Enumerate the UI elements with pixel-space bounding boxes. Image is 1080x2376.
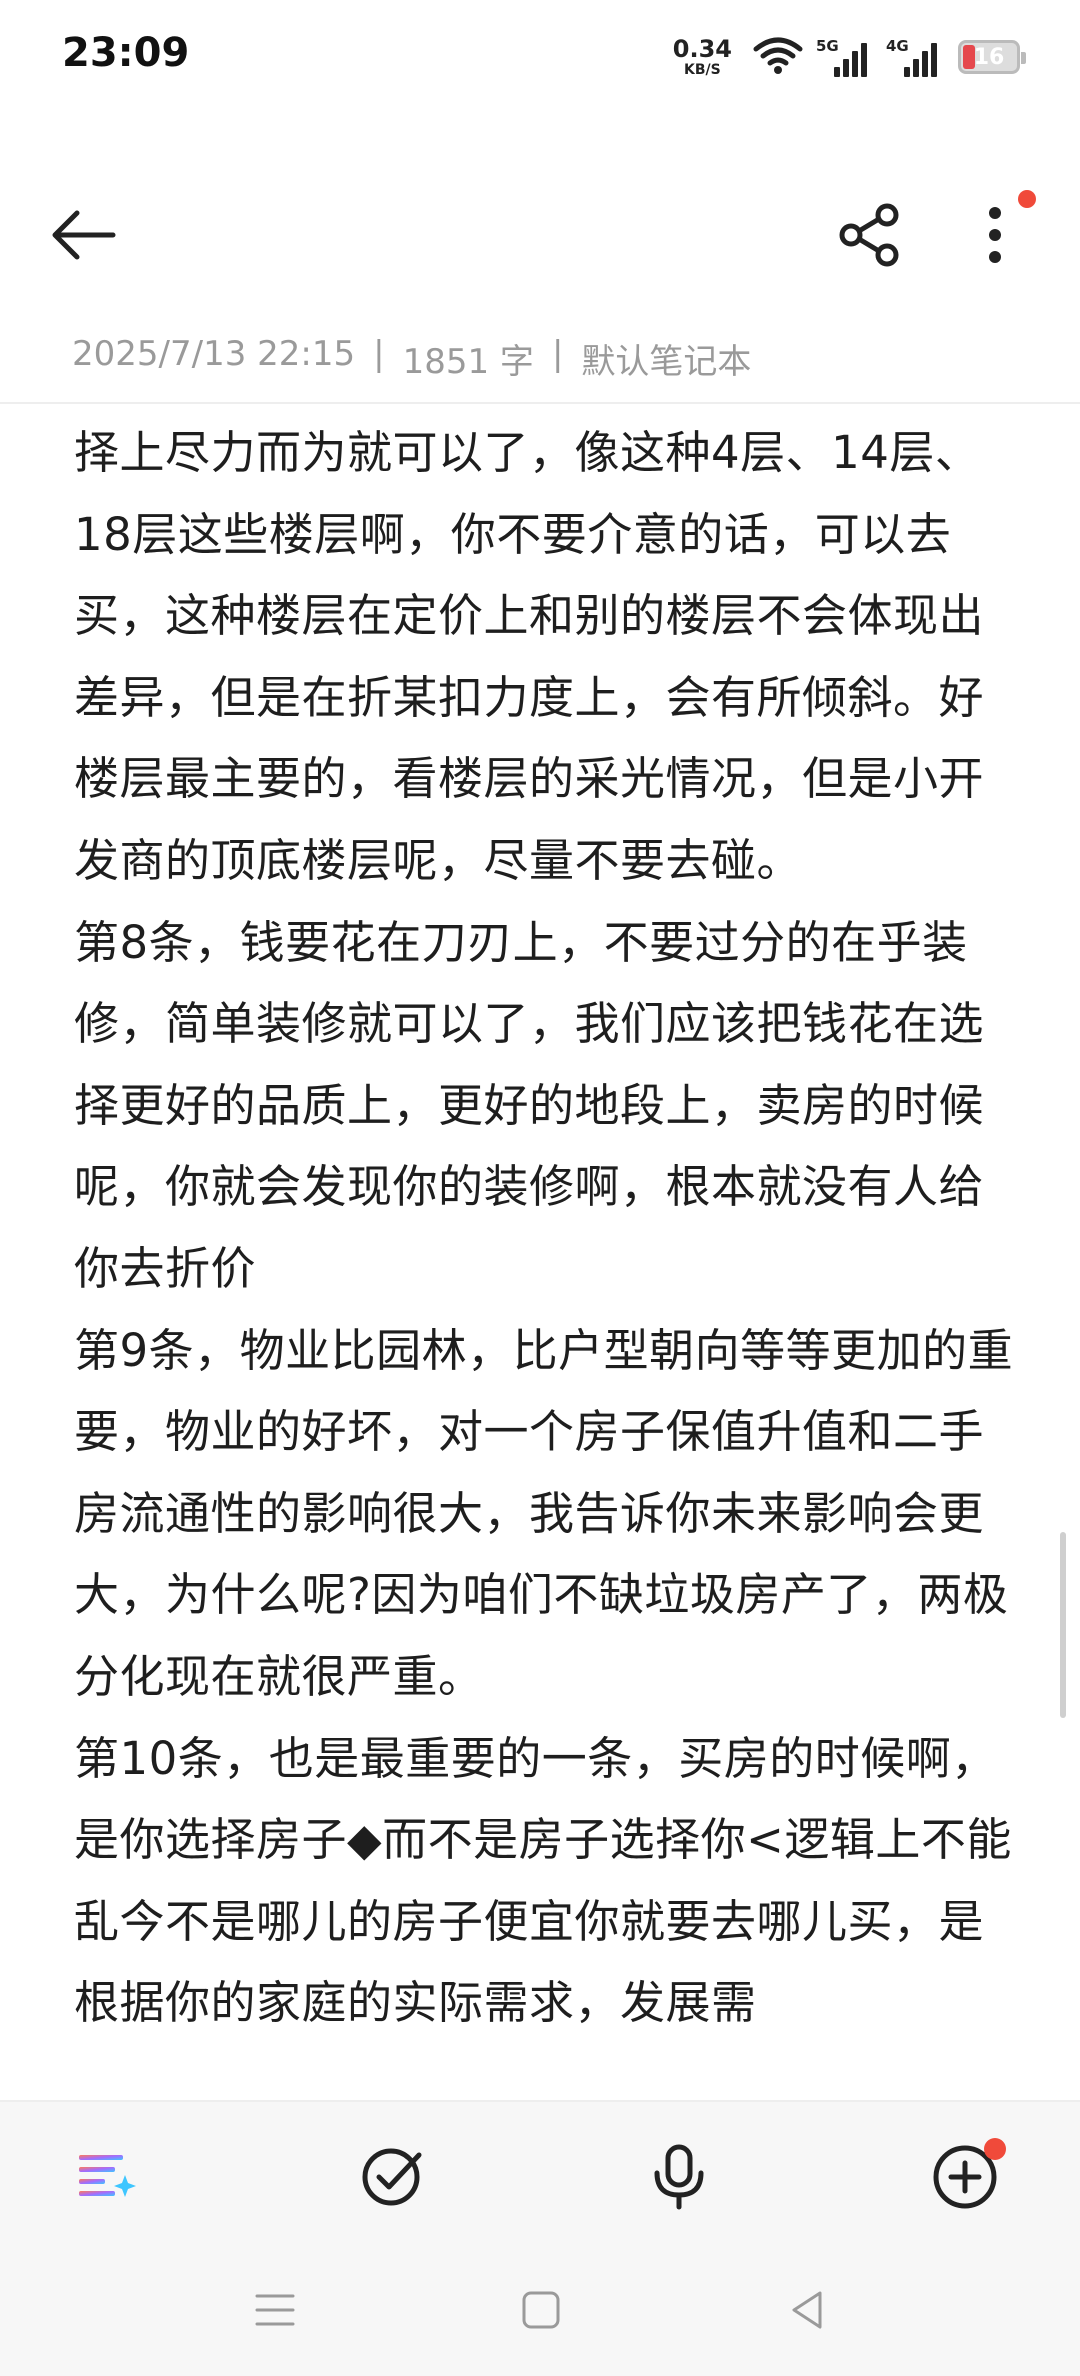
note-paragraph[interactable]: 第10条，也是最重要的一条，买房的时候啊，是你选择房子◆而不是房子选择你<逻辑上… [74,1718,1014,2044]
wifi-icon [752,35,804,79]
note-datetime: 2025/7/13 22:15 [72,334,356,374]
header-divider [0,402,1080,404]
note-meta: 2025/7/13 22:15 | 1851 字 | 默认笔记本 [72,334,751,383]
status-bar: 23:09 0.34 KB/S 5G 4G 16 [0,0,1080,120]
network-speed-unit: KB/S [684,62,721,78]
system-back-button[interactable] [772,2280,842,2340]
editor-toolbar [0,2100,1080,2252]
signal-5g-icon: 5G [816,37,874,77]
share-button[interactable] [826,190,916,280]
battery-icon: 16 [958,40,1026,74]
meta-separator: | [551,334,564,374]
notification-dot [1018,190,1036,208]
microphone-icon [654,2144,704,2210]
back-button[interactable] [38,190,128,280]
system-navigation-bar [0,2250,1080,2376]
check-circle-icon [362,2148,422,2206]
ai-format-icon [79,2155,136,2197]
checklist-button[interactable] [348,2132,438,2222]
notification-dot [984,2138,1006,2160]
note-paragraph[interactable]: 第9条，物业比园林，比户型朝向等等更加的重要，物业的好坏，对一个房子保值升值和二… [74,1310,1014,1718]
scrollbar[interactable] [1060,1532,1066,1718]
ai-format-button[interactable] [62,2132,152,2222]
more-options-button[interactable] [950,190,1040,280]
status-time: 23:09 [62,30,190,76]
add-button[interactable] [920,2132,1010,2222]
share-icon [839,203,899,267]
menu-icon [255,2294,295,2326]
note-paragraph[interactable]: 择上尽力而为就可以了，像这种4层、14层、18层这些楼层啊，你不要介意的话，可以… [74,412,1014,902]
arrow-left-icon [52,210,116,260]
voice-input-button[interactable] [634,2132,724,2222]
note-notebook[interactable]: 默认笔记本 [581,334,751,383]
recent-apps-button[interactable] [240,2280,310,2340]
home-button[interactable] [506,2280,576,2340]
note-content[interactable]: 择上尽力而为就可以了，像这种4层、14层、18层这些楼层啊，你不要介意的话，可以… [74,412,1014,2100]
note-header [0,170,1080,290]
network-speed: 0.34 KB/S [673,37,732,77]
back-triangle-icon [792,2291,822,2329]
status-icons: 0.34 KB/S 5G 4G 16 [673,32,1026,82]
note-word-count: 1851 字 [402,342,534,382]
meta-separator: | [373,334,385,374]
signal-4g-label: 4G [886,37,909,55]
more-vertical-icon [989,207,1001,263]
home-square-icon [522,2291,560,2329]
note-screen: 23:09 0.34 KB/S 5G 4G 16 2025/7/13 22:15… [0,0,1080,2376]
battery-level: 16 [973,44,1005,70]
signal-5g-label: 5G [816,37,839,55]
note-paragraph[interactable]: 第8条，钱要花在刀刃上，不要过分的在乎装修，简单装修就可以了，我们应该把钱花在选… [74,902,1014,1310]
signal-4g-icon: 4G [886,37,944,77]
network-speed-value: 0.34 [672,35,732,63]
